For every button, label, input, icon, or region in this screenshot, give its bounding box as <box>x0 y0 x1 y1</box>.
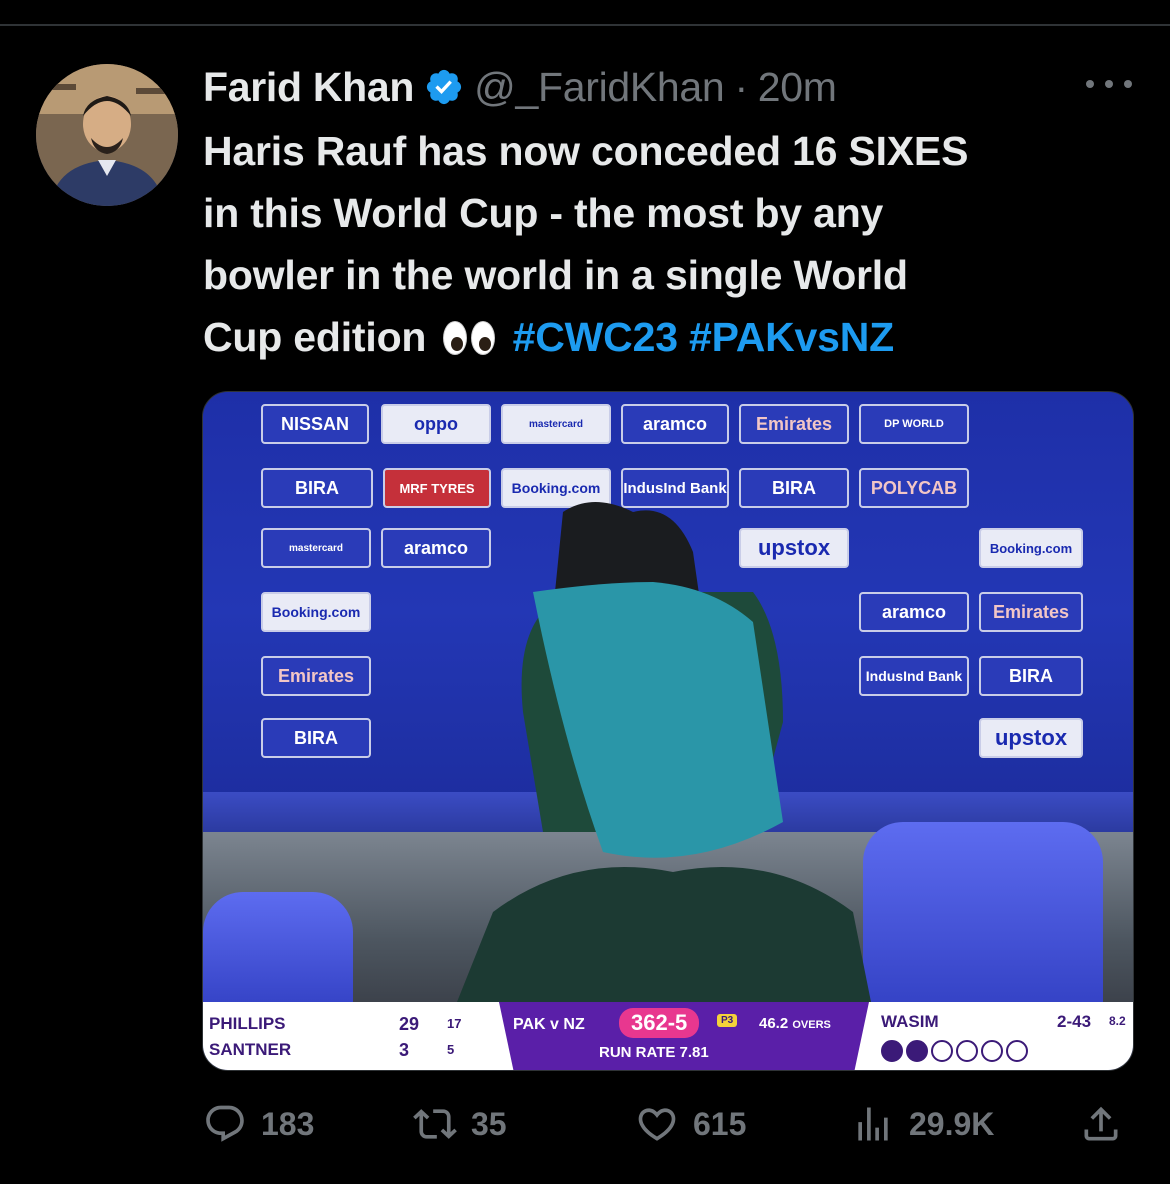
sponsor-logo: Emirates <box>739 404 849 444</box>
tweet-line-last: Cup edition #CWC23 #PAKvsNZ <box>203 306 1123 368</box>
batter-runs: 29 <box>399 1014 420 1034</box>
sponsor-logo: mastercard <box>261 528 371 568</box>
over-balls <box>881 1040 1028 1062</box>
batter-row: PHILLIPS 29 17 <box>209 1014 499 1036</box>
share-button[interactable] <box>1079 1096 1123 1152</box>
sponsor-logo: Emirates <box>979 592 1083 632</box>
top-divider <box>0 24 1170 26</box>
repost-button[interactable]: 35 <box>413 1096 507 1152</box>
author-handle[interactable]: @_FaridKhan <box>474 64 725 111</box>
more-options-icon[interactable] <box>1086 70 1132 98</box>
overs-count: 46.2 OVERS <box>759 1015 831 1032</box>
sponsor-logo: Booking.com <box>979 528 1083 568</box>
views-count: 29.9K <box>909 1105 995 1142</box>
bowler-figures: 2-43 <box>1057 1012 1092 1031</box>
over-ball <box>931 1040 953 1062</box>
tweet-text: Haris Rauf has now conceded 16 SIXES in … <box>203 120 1123 368</box>
tweet-header: Farid Khan @_FaridKhan · 20m <box>203 62 837 112</box>
over-ball <box>981 1040 1003 1062</box>
tweet-line: in this World Cup - the most by any <box>203 190 884 236</box>
powerplay-badge: P3 <box>717 1014 738 1027</box>
over-ball <box>881 1040 903 1062</box>
like-button[interactable]: 615 <box>635 1096 746 1152</box>
batter-balls: 5 <box>447 1042 455 1057</box>
sponsor-logo: DP WORLD <box>859 404 969 444</box>
sponsor-logo: Booking.com <box>261 592 371 632</box>
views-button[interactable]: 29.9K <box>851 1096 994 1152</box>
sponsor-logo: BIRA <box>261 718 371 758</box>
avatar[interactable] <box>36 64 178 206</box>
repost-icon <box>413 1109 457 1139</box>
player-figure <box>453 502 873 1012</box>
bowler-name: WASIM <box>881 1012 939 1031</box>
more-dot <box>1086 80 1094 88</box>
views-icon <box>858 1107 888 1141</box>
match-teams: PAK v NZ <box>513 1016 585 1033</box>
sponsor-logo: NISSAN <box>261 404 369 444</box>
tweet-line: Haris Rauf has now conceded 16 SIXES <box>203 128 969 174</box>
sponsor-logo: BIRA <box>261 468 373 508</box>
tweet-media[interactable]: NISSAN oppo mastercard aramco Emirates D… <box>202 391 1134 1071</box>
tweet-actions: 183 35 615 29.9K <box>203 1096 1133 1152</box>
bowler-panel: WASIM 2-43 8.2 <box>879 1002 1133 1070</box>
reply-icon <box>206 1105 244 1142</box>
batter-row: SANTNER 3 5 <box>209 1040 499 1062</box>
scorebar: PHILLIPS 29 17 SANTNER 3 5 PAK v NZ 362-… <box>203 1002 1133 1070</box>
share-icon <box>1084 1106 1118 1141</box>
sponsor-logo: BIRA <box>979 656 1083 696</box>
author-name[interactable]: Farid Khan <box>203 64 414 111</box>
team-score: 362-5 <box>619 1008 700 1038</box>
verified-badge-icon[interactable] <box>424 67 464 107</box>
hashtag-link[interactable]: #PAKvsNZ <box>689 314 894 360</box>
tweet-line: bowler in the world in a single World <box>203 252 908 298</box>
sponsor-logo: aramco <box>621 404 729 444</box>
repost-count: 35 <box>471 1105 507 1142</box>
seat-shape <box>863 822 1103 1012</box>
run-rate: RUN RATE 7.81 <box>599 1044 709 1061</box>
more-dot <box>1124 80 1132 88</box>
batter-balls: 17 <box>447 1016 462 1031</box>
eyes-emoji-icon <box>443 321 496 355</box>
match-score-panel: PAK v NZ 362-5 P3 46.2 OVERS RUN RATE 7.… <box>499 1002 869 1070</box>
sponsor-logo: mastercard <box>501 404 611 444</box>
sponsor-logo: Emirates <box>261 656 371 696</box>
separator-dot: · <box>734 63 748 110</box>
avatar-image <box>36 64 178 206</box>
tweet-line-text: Cup edition <box>203 314 427 360</box>
sponsor-logo: oppo <box>381 404 491 444</box>
over-ball <box>956 1040 978 1062</box>
batter-name: PHILLIPS <box>209 1014 286 1033</box>
heart-icon <box>638 1108 676 1141</box>
bowler-economy: 8.2 <box>1109 1014 1126 1028</box>
batter-runs: 3 <box>399 1040 410 1060</box>
seat-shape <box>203 892 353 1012</box>
sponsor-logo: upstox <box>979 718 1083 758</box>
hashtag-link[interactable]: #CWC23 <box>513 314 678 360</box>
reply-count: 183 <box>261 1105 315 1142</box>
timestamp[interactable]: 20m <box>758 64 837 111</box>
like-count: 615 <box>693 1105 747 1142</box>
over-ball <box>906 1040 928 1062</box>
over-ball <box>1006 1040 1028 1062</box>
reply-button[interactable]: 183 <box>203 1096 314 1152</box>
batters-panel: PHILLIPS 29 17 SANTNER 3 5 <box>203 1002 503 1070</box>
more-dot <box>1105 80 1113 88</box>
batter-name: SANTNER <box>209 1040 292 1059</box>
